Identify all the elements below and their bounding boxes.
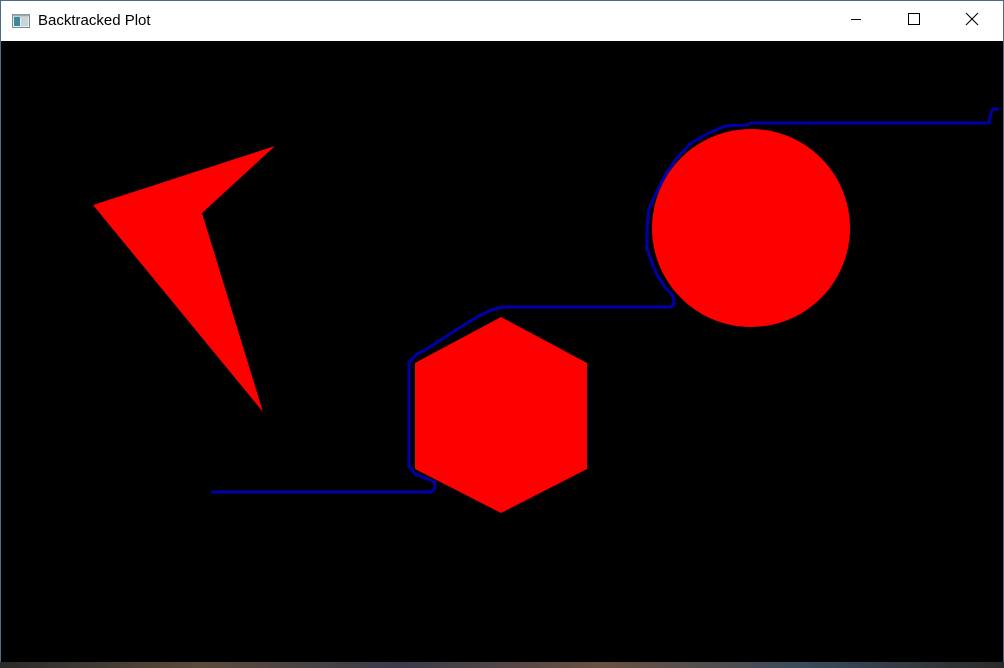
maximize-icon bbox=[908, 12, 920, 30]
close-icon bbox=[965, 12, 979, 31]
plot-canvas bbox=[1, 41, 1003, 663]
plot-svg bbox=[93, 107, 999, 513]
minimize-icon bbox=[850, 12, 862, 30]
circle-obstacle bbox=[652, 129, 850, 327]
close-button[interactable] bbox=[943, 1, 1001, 41]
desktop-background-strip bbox=[0, 662, 1004, 668]
backtracked-path bbox=[211, 107, 999, 494]
hexagon-obstacle bbox=[415, 317, 587, 513]
app-window: Backtracked Plot bbox=[0, 0, 1004, 668]
maximize-button[interactable] bbox=[885, 1, 943, 41]
window-title: Backtracked Plot bbox=[38, 12, 151, 29]
triangle-obstacle bbox=[93, 146, 275, 412]
app-window-icon bbox=[12, 14, 30, 28]
minimize-button[interactable] bbox=[827, 1, 885, 41]
title-bar[interactable]: Backtracked Plot bbox=[1, 1, 1003, 41]
